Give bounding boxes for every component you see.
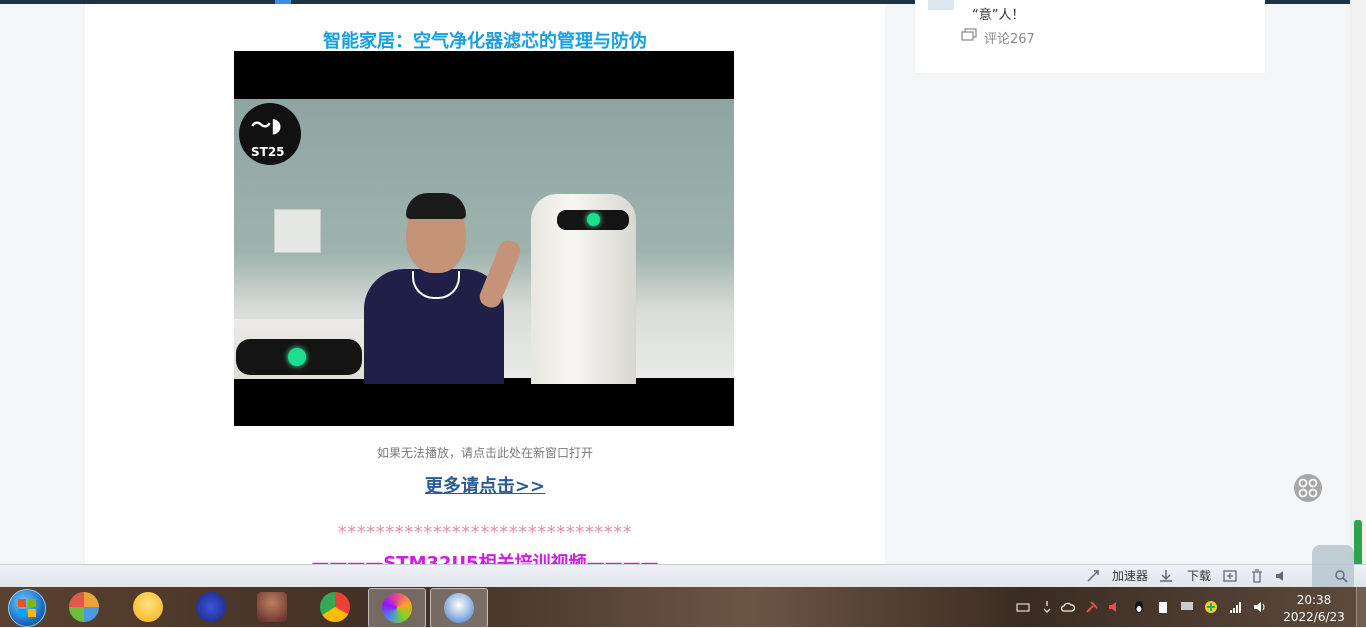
- article-content: 智能家居：空气净化器滤芯的管理与防伪 〜◗ ST25 如果无法播放，请点击此处在…: [85, 4, 885, 574]
- speaker-muted-icon[interactable]: [1108, 600, 1122, 614]
- purifier-control-panel: [236, 339, 362, 375]
- new-tab-icon[interactable]: [1223, 569, 1237, 583]
- video-fallback-link[interactable]: 如果无法播放，请点击此处在新窗口打开: [85, 444, 885, 461]
- air-purifier-tall: [531, 194, 636, 384]
- avatar[interactable]: [928, 0, 954, 10]
- article-title: 智能家居：空气净化器滤芯的管理与防伪: [323, 31, 647, 52]
- star-divider: *******************************: [337, 522, 633, 543]
- comment-count[interactable]: 评论267: [984, 28, 1035, 47]
- signal-icon[interactable]: [1229, 600, 1243, 614]
- tools-icon[interactable]: [1085, 600, 1099, 614]
- windows-logo-icon: [18, 599, 36, 617]
- download-button[interactable]: 下载: [1187, 567, 1211, 586]
- sidebar-card-text[interactable]: “意”人！: [972, 4, 1024, 23]
- windows-taskbar: [0, 587, 1366, 628]
- more-link[interactable]: 更多请点击>>: [85, 472, 885, 498]
- taskbar-jigsaw-app[interactable]: [56, 588, 112, 626]
- system-clock[interactable]: 20:38 2022/6/23: [1278, 592, 1350, 626]
- power-ring-icon: [587, 213, 600, 226]
- nfc-icon: 〜◗: [251, 113, 282, 137]
- taskbar-pinwheel-app[interactable]: [368, 588, 426, 628]
- qq-penguin-icon[interactable]: [1132, 600, 1146, 614]
- start-button[interactable]: [8, 589, 46, 627]
- ime-switch-icon[interactable]: [1040, 600, 1054, 614]
- comment-icon: [961, 28, 977, 41]
- download-icon[interactable]: [1159, 569, 1173, 583]
- pinwheel-icon: [382, 593, 412, 623]
- st25-logo: 〜◗ ST25: [239, 103, 301, 165]
- air-purifier-low: [234, 319, 364, 379]
- clock-date: 2022/6/23: [1283, 610, 1345, 624]
- power-ring-icon: [288, 348, 306, 366]
- grid-icon: [1298, 478, 1318, 498]
- taskbar-chrome-app[interactable]: [307, 588, 363, 626]
- purifier-display: [557, 210, 629, 230]
- vertical-scrollbar[interactable]: [1350, 0, 1366, 587]
- chrome-icon: [320, 592, 350, 622]
- sidebar-card: “意”人！ 评论267: [915, 0, 1265, 73]
- emoticon-icon: [133, 592, 163, 622]
- browser-status-bar: 加速器 下载: [0, 545, 1366, 589]
- taskbar-penguin-app[interactable]: [430, 588, 488, 628]
- st25-logo-text: ST25: [251, 145, 285, 159]
- plus-circle-icon[interactable]: [1204, 600, 1218, 614]
- whiteboard: [274, 209, 321, 253]
- video-player[interactable]: 〜◗ ST25: [234, 51, 734, 426]
- rocket-icon[interactable]: [1086, 569, 1100, 583]
- taskbar-avatar-app[interactable]: [244, 588, 300, 626]
- cloud-icon[interactable]: [1061, 600, 1075, 614]
- volume-icon[interactable]: [1253, 600, 1267, 614]
- accelerator-button[interactable]: 加速器: [1112, 567, 1148, 586]
- zoom-icon[interactable]: [1334, 569, 1348, 583]
- taskbar-fs-app[interactable]: [183, 588, 239, 626]
- floating-menu-button[interactable]: [1294, 474, 1322, 502]
- person-avatar-icon: [257, 592, 287, 622]
- taskbar-emoticon-app[interactable]: [120, 588, 176, 626]
- clock-time: 20:38: [1296, 593, 1332, 607]
- keyboard-icon[interactable]: [1016, 600, 1030, 614]
- display-icon[interactable]: [1180, 600, 1194, 614]
- fs-icon: [196, 592, 226, 622]
- clipboard-icon[interactable]: [1156, 600, 1170, 614]
- video-frame: 〜◗ ST25: [234, 99, 734, 384]
- trash-icon[interactable]: [1250, 569, 1264, 583]
- volume-icon[interactable]: [1275, 569, 1289, 583]
- show-desktop-button[interactable]: [1356, 587, 1366, 627]
- jigsaw-icon: [69, 592, 99, 622]
- penguin-icon: [444, 593, 474, 623]
- presenter-hair: [406, 193, 466, 219]
